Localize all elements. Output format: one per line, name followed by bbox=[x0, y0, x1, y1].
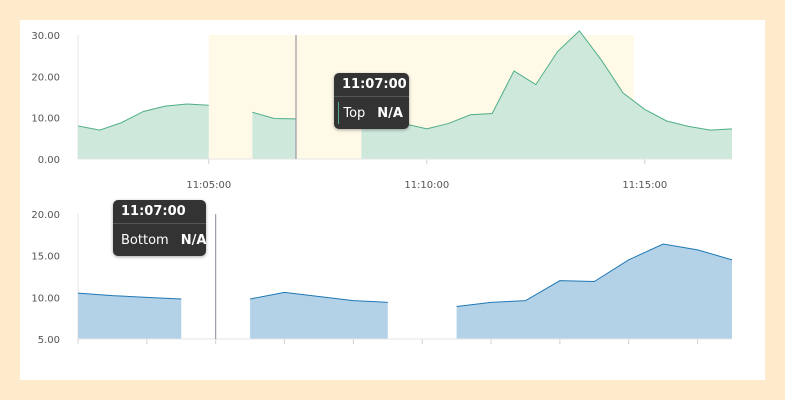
y-tick-label: 10.00 bbox=[31, 293, 60, 304]
top-tooltip: 11:07:00 Top N/A bbox=[334, 73, 409, 129]
series-area bbox=[78, 104, 209, 159]
x-tick-label: 11:15:00 bbox=[622, 180, 667, 191]
series-area bbox=[252, 112, 296, 159]
series-area bbox=[78, 293, 182, 339]
bottom-tooltip: 11:07:00 Bottom N/A bbox=[113, 200, 206, 256]
tooltip-series-name: Bottom bbox=[121, 232, 169, 248]
y-tick-label: 15.00 bbox=[31, 252, 60, 263]
y-tick-label: 10.00 bbox=[31, 114, 60, 125]
y-tick-label: 5.00 bbox=[38, 335, 60, 346]
tooltip-time: 11:07:00 bbox=[334, 73, 409, 97]
chart-panel: 0.00 10.00 20.00 30.00 11:05:00 11:10:00 11:15… bbox=[20, 20, 765, 380]
tooltip-time: 11:07:00 bbox=[113, 200, 206, 224]
tooltip-value: N/A bbox=[180, 232, 207, 248]
series-area bbox=[250, 292, 388, 339]
y-tick-label: 0.00 bbox=[38, 155, 60, 166]
tooltip-value: N/A bbox=[377, 105, 403, 121]
x-tick-label: 11:10:00 bbox=[404, 180, 449, 191]
y-tick-label: 30.00 bbox=[31, 31, 60, 42]
series-area bbox=[456, 244, 732, 339]
series-swatch bbox=[338, 102, 340, 124]
y-tick-label: 20.00 bbox=[31, 72, 60, 83]
y-tick-label: 20.00 bbox=[31, 210, 60, 221]
tooltip-series-name: Top bbox=[343, 105, 366, 121]
x-tick-label: 11:05:00 bbox=[186, 180, 231, 191]
